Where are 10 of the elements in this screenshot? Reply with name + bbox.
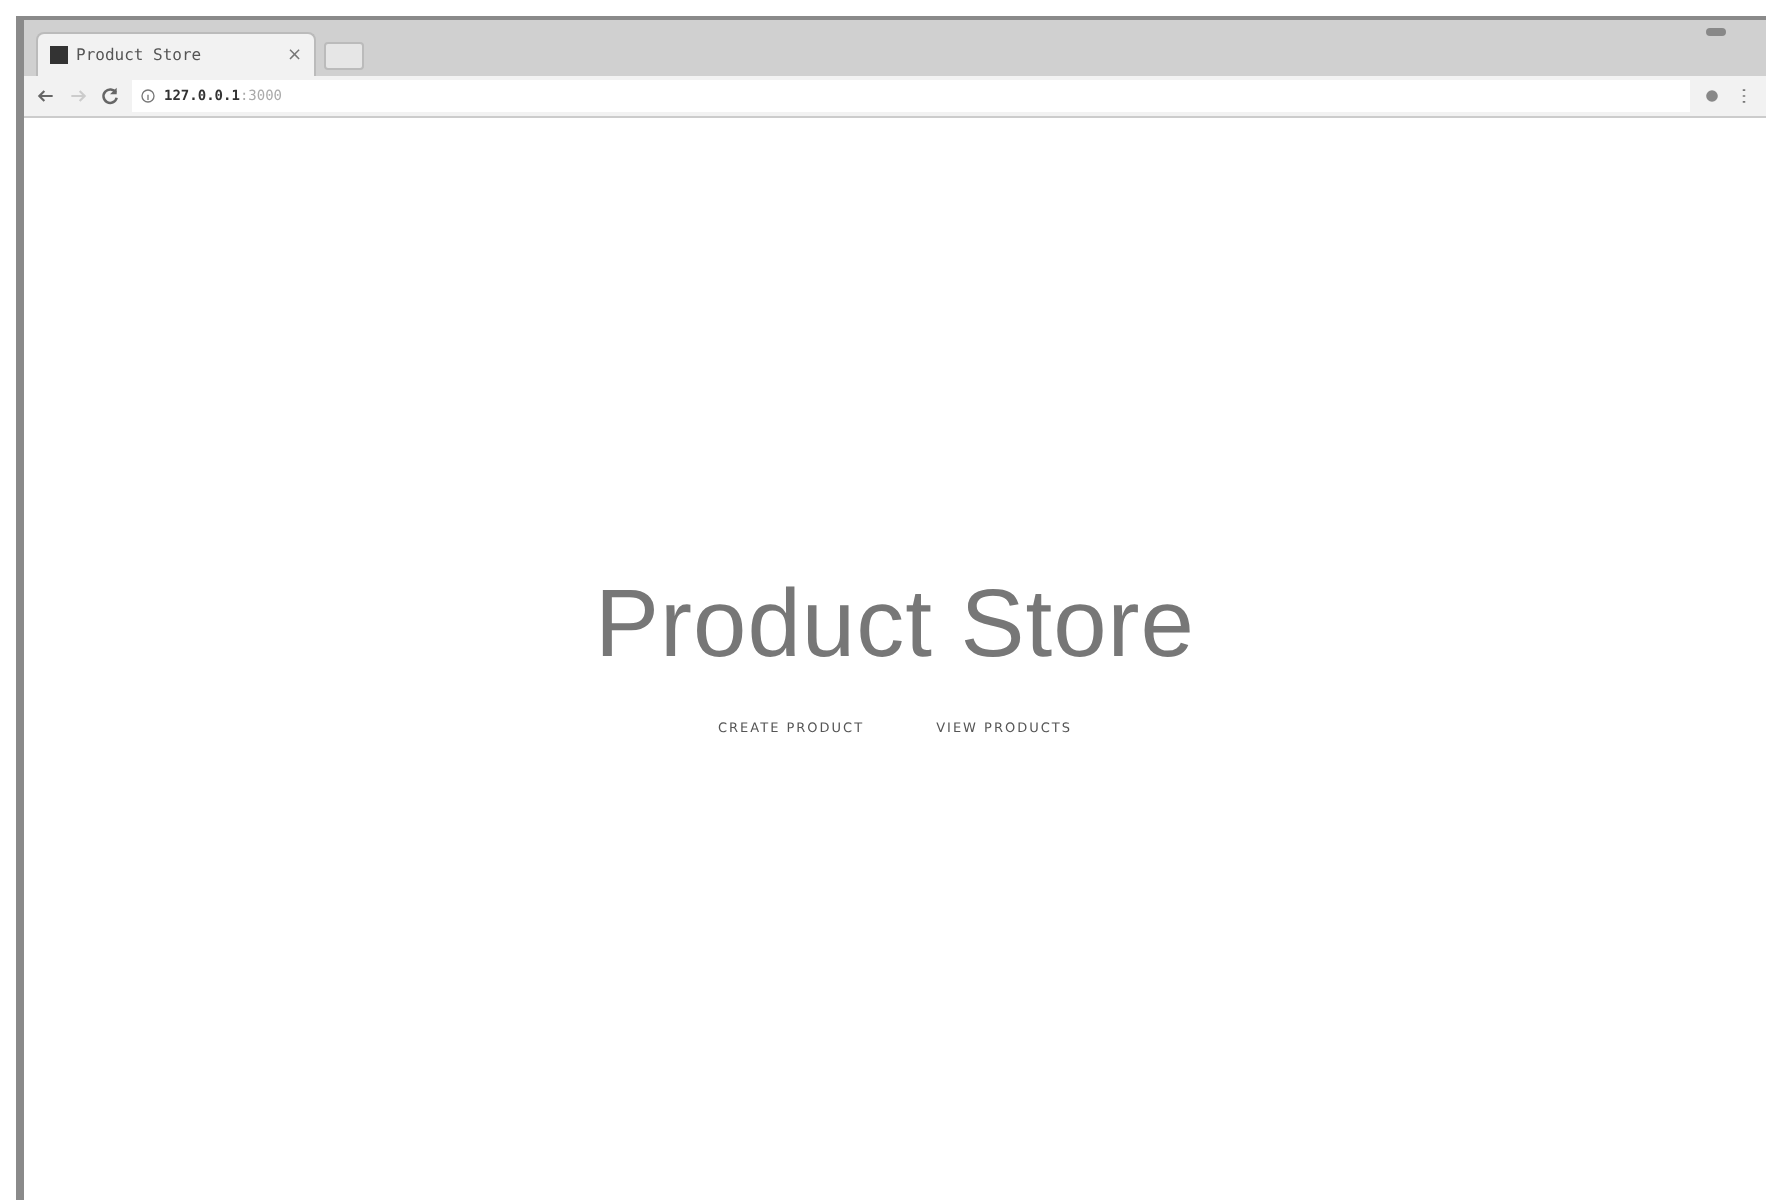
profile-icon: [1706, 28, 1726, 36]
favicon-icon: [50, 46, 68, 64]
extension-icon[interactable]: [1702, 86, 1722, 106]
tab-title: Product Store: [76, 46, 204, 64]
back-icon[interactable]: [36, 86, 56, 106]
reload-icon[interactable]: [100, 86, 120, 106]
close-tab-button[interactable]: ×: [286, 45, 302, 65]
page-heading: Product Store: [595, 570, 1195, 680]
info-icon: [140, 88, 156, 104]
browser-tab[interactable]: Product Store ×: [36, 32, 316, 76]
